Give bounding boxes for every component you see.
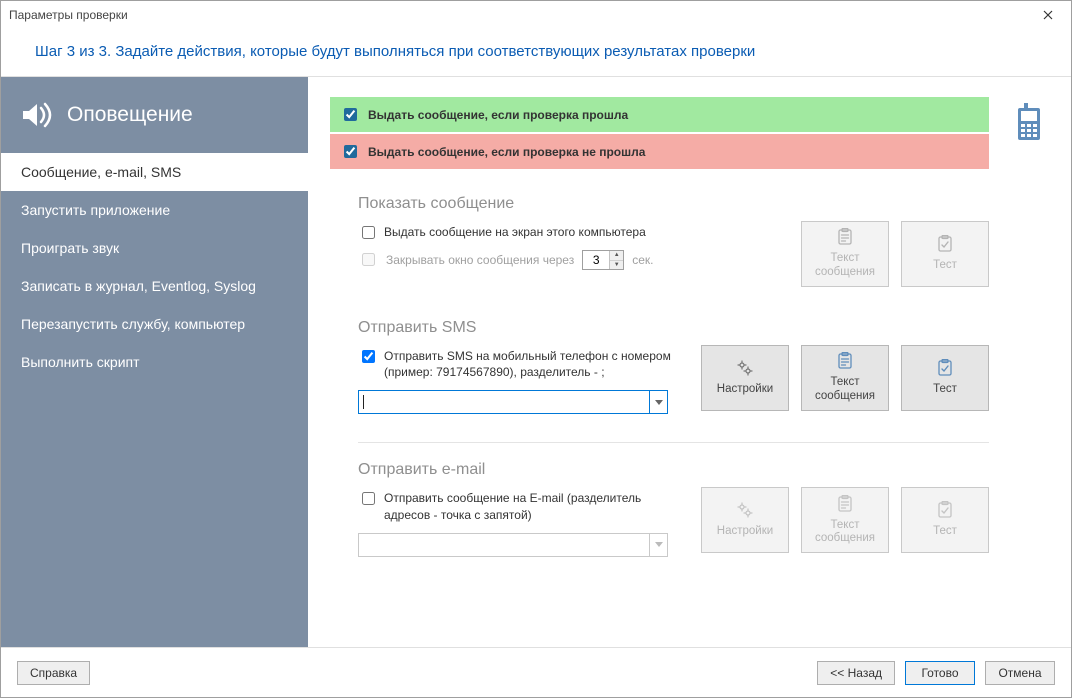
email-address-combo (358, 533, 668, 557)
help-button[interactable]: Справка (17, 661, 90, 685)
email-text-button: Текст сообщения (801, 487, 889, 553)
button-label: Текст сообщения (806, 519, 884, 547)
sms-number-dropdown[interactable] (650, 390, 668, 414)
clipboard-check-icon (936, 359, 954, 377)
gears-icon (736, 501, 754, 519)
button-label: Настройки (717, 525, 773, 539)
titlebar: Параметры проверки (1, 1, 1071, 29)
banner-pass-label: Выдать сообщение, если проверка прошла (368, 108, 628, 122)
finish-button[interactable]: Готово (905, 661, 975, 685)
screen-checkbox[interactable] (362, 226, 375, 239)
sidebar-item-label: Запустить приложение (21, 202, 170, 218)
email-test-button: Тест (901, 487, 989, 553)
button-label: Текст сообщения (806, 252, 884, 280)
clipboard-text-icon (836, 495, 854, 513)
email-checkbox[interactable] (362, 492, 375, 505)
banner-fail-label: Выдать сообщение, если проверка не прошл… (368, 145, 645, 159)
speaker-icon (21, 101, 53, 129)
button-label: Тест (933, 259, 957, 273)
sidebar-item-message[interactable]: Сообщение, e-mail, SMS (1, 153, 308, 191)
close-after-label: Закрывать окно сообщения через (386, 253, 574, 267)
sidebar-item-label: Выполнить скрипт (21, 354, 140, 370)
message-test-button: Тест (901, 221, 989, 287)
sidebar-item-restart[interactable]: Перезапустить службу, компьютер (1, 305, 308, 343)
step-header: Шаг 3 из 3. Задайте действия, которые бу… (1, 29, 1071, 76)
message-text-button: Текст сообщения (801, 221, 889, 287)
banner-pass: Выдать сообщение, если проверка прошла (330, 97, 989, 132)
content-main: Выдать сообщение, если проверка прошла В… (330, 97, 989, 647)
window-title: Параметры проверки (9, 8, 1033, 22)
email-checkbox-row: Отправить сообщение на E-mail (разделите… (358, 490, 683, 522)
sms-test-button[interactable]: Тест (901, 345, 989, 411)
sidebar-item-label: Перезапустить службу, компьютер (21, 316, 245, 332)
sms-number-combo[interactable] (358, 390, 668, 414)
sidebar-header: Оповещение (1, 77, 308, 153)
seconds-input[interactable] (583, 251, 609, 269)
sms-text-button[interactable]: Текст сообщения (801, 345, 889, 411)
content: Выдать сообщение, если проверка прошла В… (308, 77, 1071, 647)
sidebar-item-run-app[interactable]: Запустить приложение (1, 191, 308, 229)
clipboard-text-icon (836, 352, 854, 370)
sidebar-item-label: Записать в журнал, Eventlog, Syslog (21, 278, 256, 294)
sidebar-title: Оповещение (67, 103, 193, 127)
button-label: Настройки (717, 383, 773, 397)
banner-fail: Выдать сообщение, если проверка не прошл… (330, 134, 989, 169)
body: Оповещение Сообщение, e-mail, SMS Запуст… (1, 76, 1071, 647)
sidebar-item-label: Проиграть звук (21, 240, 119, 256)
sidebar-item-log[interactable]: Записать в журнал, Eventlog, Syslog (1, 267, 308, 305)
phone-icon (1016, 103, 1042, 141)
section-email-title: Отправить e-mail (358, 461, 989, 479)
seconds-unit: сек. (632, 253, 653, 267)
close-after-checkbox (362, 253, 375, 266)
sms-checkbox[interactable] (362, 350, 375, 363)
gears-icon (736, 359, 754, 377)
screen-checkbox-label: Выдать сообщение на экран этого компьюте… (384, 224, 783, 240)
section-sms-title: Отправить SMS (358, 319, 989, 337)
sms-checkbox-label: Отправить SMS на мобильный телефон с ном… (384, 348, 683, 380)
close-after-row: Закрывать окно сообщения через ▲▼ сек. (358, 250, 783, 270)
sidebar-item-label: Сообщение, e-mail, SMS (21, 164, 181, 180)
spinner-buttons[interactable]: ▲▼ (609, 251, 623, 269)
content-right (1005, 97, 1053, 647)
section-message-title: Показать сообщение (358, 195, 989, 213)
screen-checkbox-row: Выдать сообщение на экран этого компьюте… (358, 224, 783, 242)
section-email: Отправить e-mail Отправить сообщение на … (330, 461, 989, 556)
button-label: Тест (933, 383, 957, 397)
sms-checkbox-row: Отправить SMS на мобильный телефон с ном… (358, 348, 683, 380)
banner-pass-checkbox[interactable] (344, 108, 357, 121)
sidebar-item-play-sound[interactable]: Проиграть звук (1, 229, 308, 267)
sidebar-item-script[interactable]: Выполнить скрипт (1, 343, 308, 381)
sms-number-input[interactable] (358, 390, 650, 414)
email-address-input (358, 533, 650, 557)
section-sms: Отправить SMS Отправить SMS на мобильный… (330, 319, 989, 414)
cancel-button[interactable]: Отмена (985, 661, 1055, 685)
close-button[interactable] (1033, 1, 1063, 29)
sms-settings-button[interactable]: Настройки (701, 345, 789, 411)
email-settings-button: Настройки (701, 487, 789, 553)
clipboard-check-icon (936, 235, 954, 253)
button-label: Тест (933, 525, 957, 539)
email-address-dropdown (650, 533, 668, 557)
email-checkbox-label: Отправить сообщение на E-mail (разделите… (384, 490, 683, 522)
close-icon (1043, 10, 1053, 20)
footer: Справка << Назад Готово Отмена (1, 647, 1071, 697)
seconds-spinner[interactable]: ▲▼ (582, 250, 624, 270)
sidebar: Оповещение Сообщение, e-mail, SMS Запуст… (1, 77, 308, 647)
banner-fail-checkbox[interactable] (344, 145, 357, 158)
button-label: Текст сообщения (806, 376, 884, 404)
divider (358, 442, 989, 443)
back-button[interactable]: << Назад (817, 661, 895, 685)
window: Параметры проверки Шаг 3 из 3. Задайте д… (0, 0, 1072, 698)
clipboard-check-icon (936, 501, 954, 519)
clipboard-text-icon (836, 228, 854, 246)
section-message: Показать сообщение Выдать сообщение на э… (330, 195, 989, 287)
